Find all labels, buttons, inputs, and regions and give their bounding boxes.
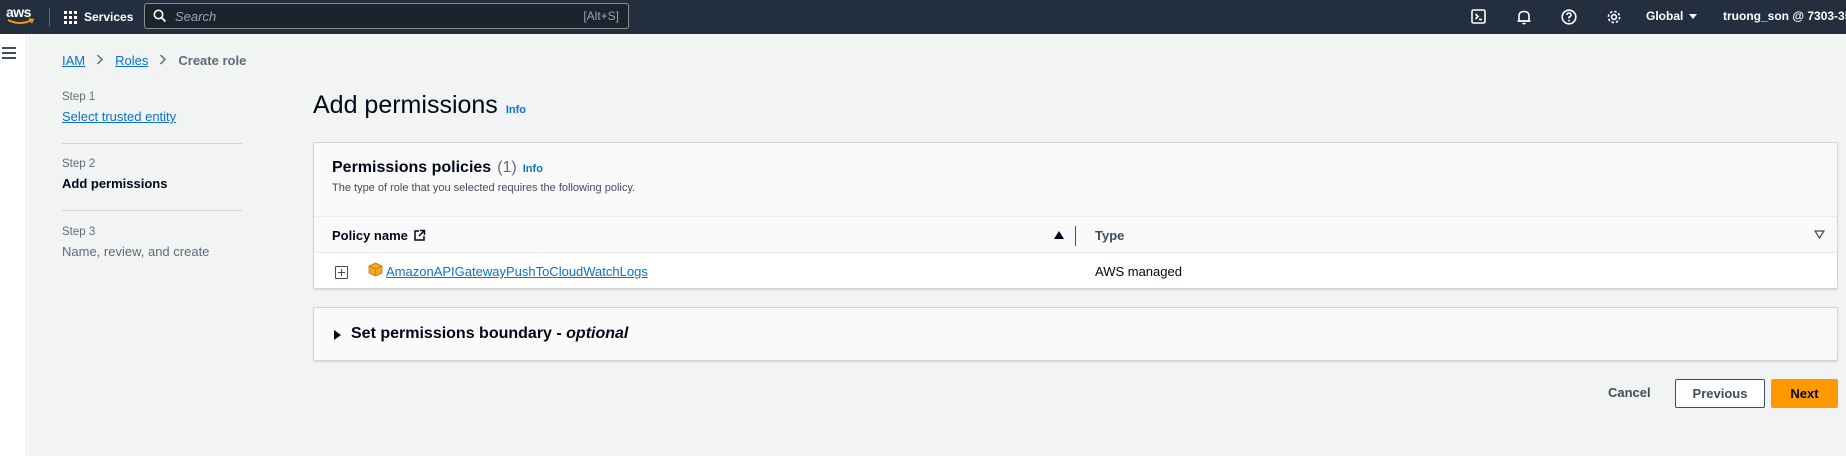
caret-right-icon <box>334 330 341 340</box>
aws-logo[interactable]: aws <box>6 4 36 28</box>
column-header-policy-name[interactable]: Policy name <box>332 228 426 243</box>
permissions-boundary-expander[interactable]: Set permissions boundary - optional <box>313 307 1838 361</box>
region-label: Global <box>1646 9 1684 23</box>
policies-count: (1) <box>497 159 517 176</box>
cloudshell-icon[interactable] <box>1470 8 1488 26</box>
region-selector[interactable]: Global <box>1646 9 1698 23</box>
column-resizer[interactable] <box>1075 226 1076 246</box>
page-title: Add permissions Info <box>313 91 526 120</box>
chevron-right-icon <box>159 53 167 68</box>
account-menu[interactable]: truong_son @ 7303-3537 <box>1723 9 1846 23</box>
column-label-policy-name: Policy name <box>332 228 408 243</box>
policies-description: The type of role that you selected requi… <box>332 182 636 194</box>
policy-box-icon <box>368 262 383 277</box>
page-info-link[interactable]: Info <box>506 104 526 116</box>
table-row: AmazonAPIGatewayPushToCloudWatchLogs AWS… <box>314 254 1837 289</box>
services-menu-button[interactable]: Services <box>64 8 133 26</box>
step-link-select-trusted-entity[interactable]: Select trusted entity <box>62 109 176 124</box>
column-header-type[interactable]: Type <box>1095 228 1124 243</box>
step-divider <box>62 143 242 144</box>
step-label-add-permissions: Add permissions <box>62 176 168 191</box>
top-navigation-bar: aws Services Search [Alt+S] Global truon… <box>0 0 1846 34</box>
policy-name-link[interactable]: AmazonAPIGatewayPushToCloudWatchLogs <box>386 264 648 279</box>
cancel-button[interactable]: Cancel <box>1608 385 1651 400</box>
container-header: Permissions policies (1) Info The type o… <box>314 143 1837 217</box>
topbar-divider <box>49 8 50 26</box>
help-icon[interactable] <box>1560 8 1578 26</box>
policies-info-link[interactable]: Info <box>523 163 543 175</box>
side-navigation-rail <box>0 34 27 456</box>
search-input[interactable]: Search [Alt+S] <box>144 3 629 29</box>
page-title-text: Add permissions <box>313 91 498 119</box>
grid-icon <box>64 10 77 24</box>
wizard-step-2: Step 2 Add permissions <box>62 158 167 191</box>
services-label: Services <box>84 10 134 24</box>
wizard-step-3: Step 3 Name, review, and create <box>62 226 209 259</box>
sort-ascending-icon[interactable] <box>1054 231 1064 239</box>
gear-icon[interactable] <box>1605 8 1623 26</box>
policies-title: Permissions policies (1) Info <box>332 159 543 177</box>
breadcrumb-roles[interactable]: Roles <box>115 53 148 68</box>
search-icon <box>153 9 167 23</box>
step-divider <box>62 210 242 211</box>
search-placeholder: Search <box>175 9 217 24</box>
previous-button[interactable]: Previous <box>1675 379 1765 408</box>
sort-descending-icon[interactable] <box>1814 230 1825 239</box>
policy-type-cell: AWS managed <box>1095 264 1182 279</box>
boundary-optional-text: optional <box>566 325 629 342</box>
next-button[interactable]: Next <box>1771 379 1838 408</box>
aws-smile-icon <box>7 18 35 24</box>
bell-icon[interactable] <box>1515 8 1533 26</box>
step-number: Step 2 <box>62 158 96 170</box>
breadcrumb-current: Create role <box>178 53 247 68</box>
search-shortcut: [Alt+S] <box>583 9 619 23</box>
wizard-step-1: Step 1 Select trusted entity <box>62 91 176 124</box>
boundary-title: Set permissions boundary - optional <box>351 325 628 343</box>
external-link-icon <box>414 229 426 241</box>
hamburger-icon[interactable] <box>2 47 16 62</box>
boundary-title-text: Set permissions boundary - <box>351 325 567 342</box>
breadcrumb: IAM Roles Create role <box>62 53 246 68</box>
table-header: Policy name Type <box>314 217 1837 253</box>
chevron-right-icon <box>96 53 104 68</box>
step-number: Step 1 <box>62 91 96 103</box>
chevron-down-icon <box>1689 13 1698 19</box>
expand-icon[interactable] <box>335 266 348 279</box>
breadcrumb-iam[interactable]: IAM <box>62 53 85 68</box>
step-label-name-review-create: Name, review, and create <box>62 244 210 259</box>
step-number: Step 3 <box>62 226 96 238</box>
permissions-policies-container: Permissions policies (1) Info The type o… <box>313 142 1838 289</box>
policies-title-text: Permissions policies <box>332 159 492 176</box>
